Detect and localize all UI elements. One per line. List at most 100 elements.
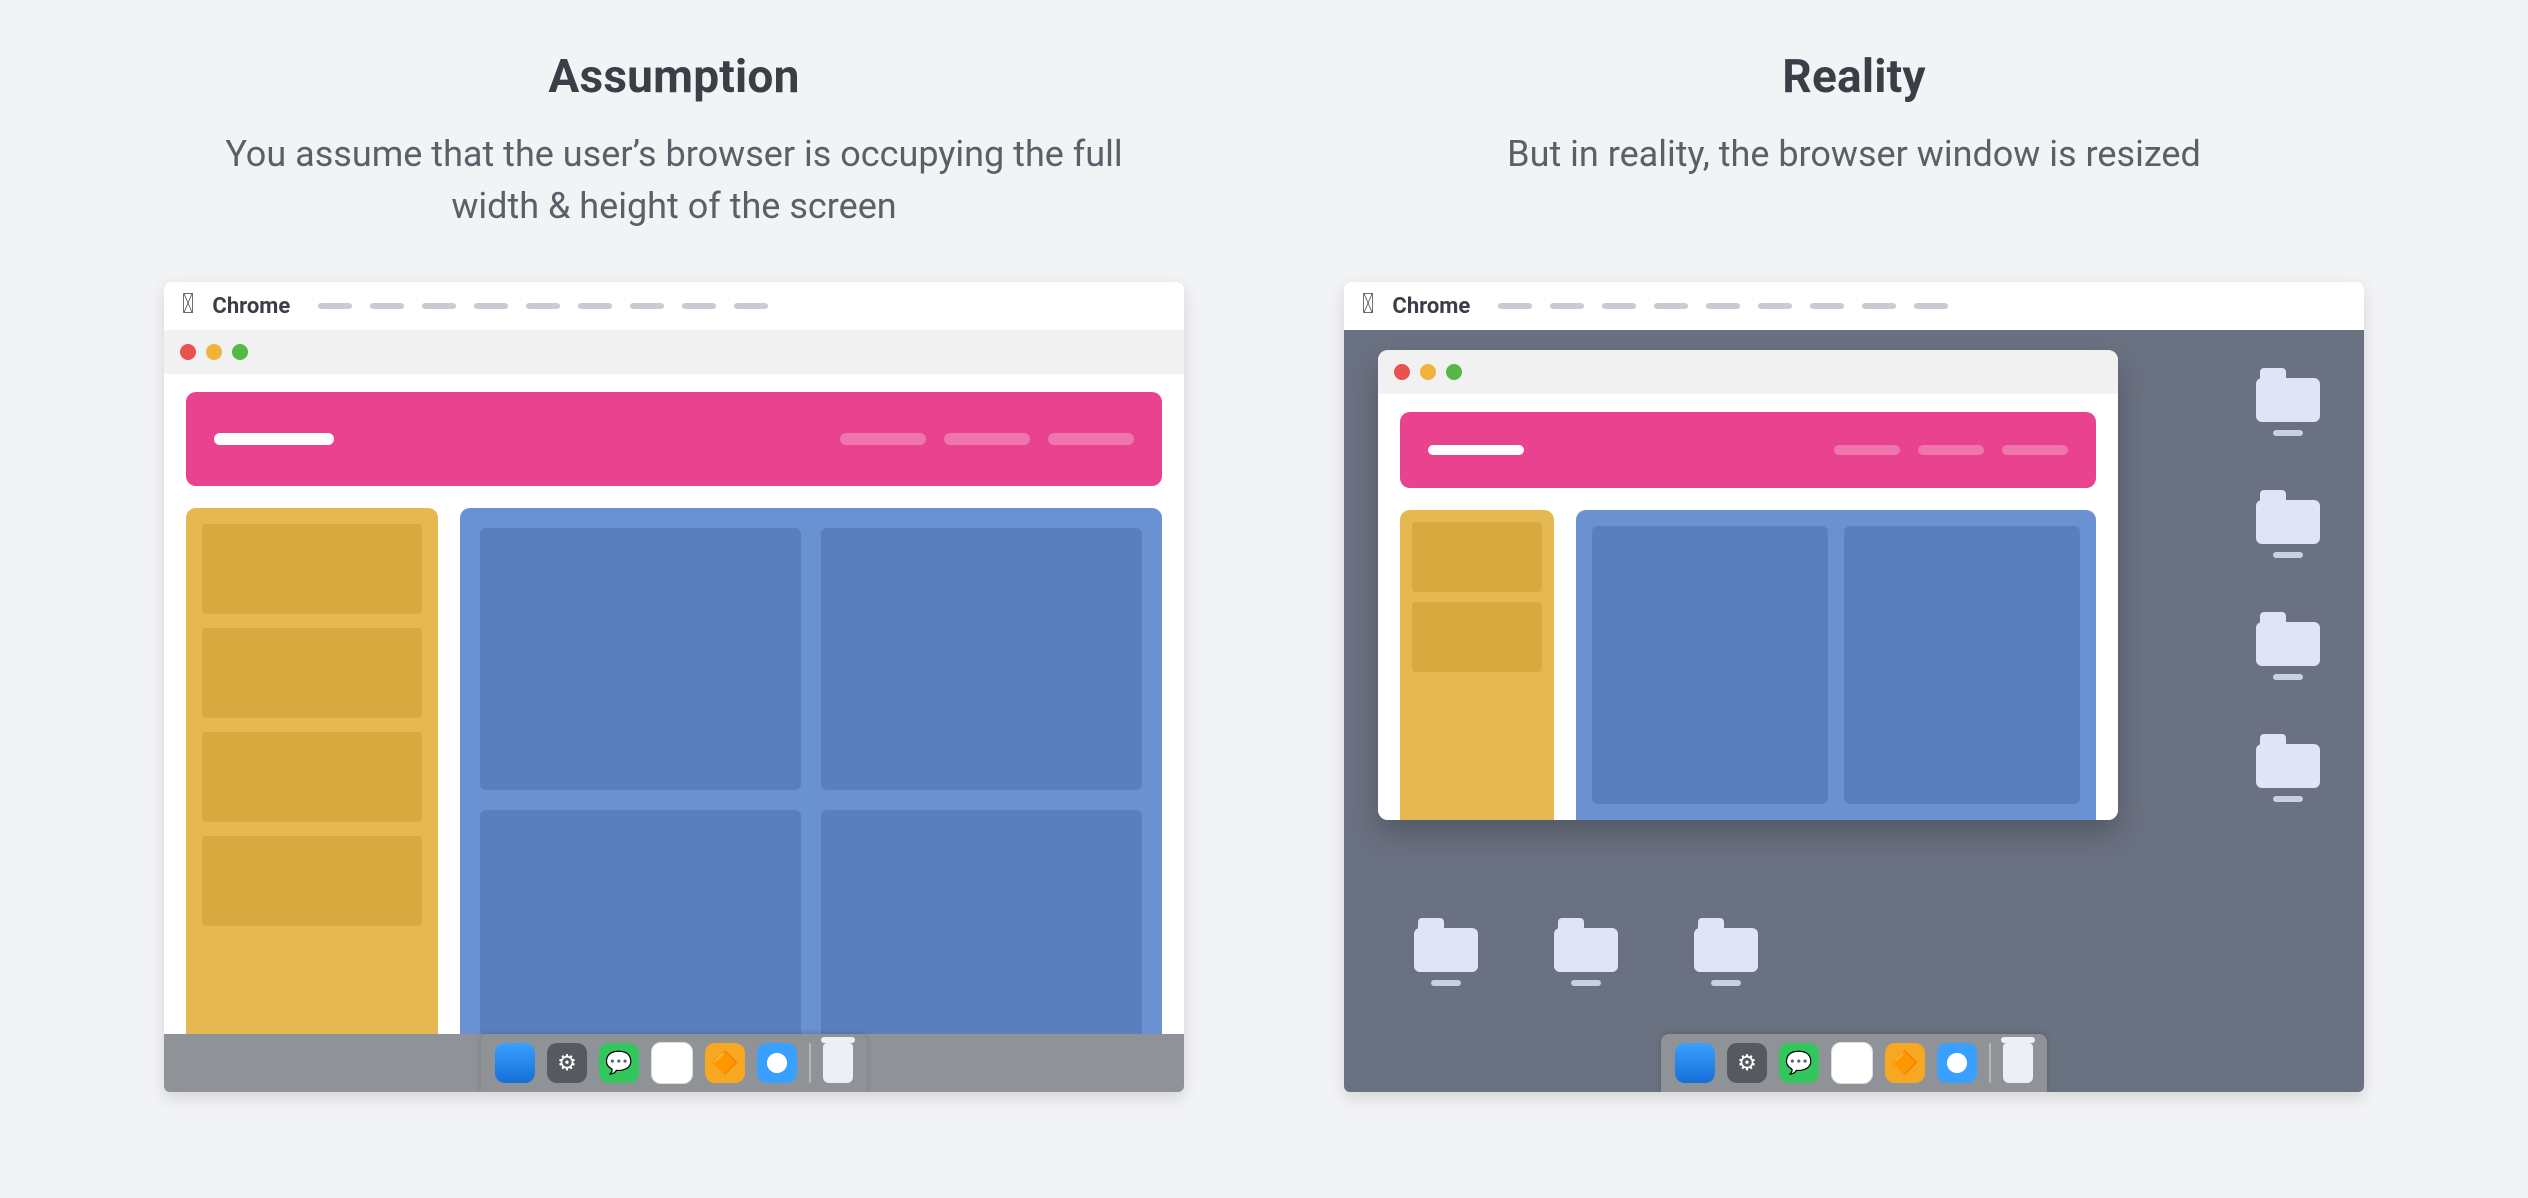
browser-titlebar	[1378, 350, 2118, 394]
trash-icon	[823, 1043, 853, 1083]
menu-item-placeholder	[1810, 303, 1844, 309]
menu-item-placeholder	[422, 303, 456, 309]
sidebar-item-placeholder	[202, 524, 422, 614]
menu-item-placeholder	[682, 303, 716, 309]
desktop-folder-icon	[1694, 928, 1758, 972]
sidebar-item-placeholder	[1412, 602, 1542, 672]
traffic-light-zoom-icon	[1446, 364, 1462, 380]
desktop-folder-icon	[1414, 928, 1478, 972]
browser-window-resized	[1378, 350, 2118, 820]
traffic-light-close-icon	[1394, 364, 1410, 380]
dock-divider	[1989, 1043, 1991, 1083]
safari-icon	[757, 1043, 797, 1083]
macos-menubar:  Chrome	[1344, 282, 2364, 330]
panel-assumption: Assumption You assume that the user’s br…	[144, 50, 1204, 1092]
menu-item-placeholder	[578, 303, 612, 309]
page-logo-placeholder	[1428, 445, 1524, 455]
apple-logo-icon: 	[182, 290, 194, 318]
nav-item-placeholder	[2002, 445, 2068, 455]
sidebar-item-placeholder	[202, 628, 422, 718]
menu-item-placeholder	[1914, 303, 1948, 309]
messages-icon: 💬	[599, 1043, 639, 1083]
page-body	[186, 508, 1162, 1092]
traffic-light-minimize-icon	[1420, 364, 1436, 380]
calendar-icon: 17	[1831, 1042, 1873, 1084]
browser-window-fullscreen	[164, 330, 1184, 1092]
page-nav	[840, 433, 1134, 445]
browser-viewport	[164, 374, 1184, 1092]
nav-item-placeholder	[1918, 445, 1984, 455]
page-nav	[1834, 445, 2068, 455]
traffic-light-minimize-icon	[206, 344, 222, 360]
page-sidebar	[186, 508, 438, 1092]
desktop-folder-icon	[2256, 622, 2320, 666]
desktop-folder-icon	[2256, 744, 2320, 788]
page-content-grid	[1576, 510, 2096, 820]
macos-dock: ⚙ 💬 17 🔶	[481, 1034, 867, 1092]
dock-divider	[809, 1043, 811, 1083]
page-sidebar	[1400, 510, 1554, 820]
menu-item-placeholder	[474, 303, 508, 309]
browser-titlebar	[164, 330, 1184, 374]
trash-icon	[2003, 1043, 2033, 1083]
menu-item-placeholder	[1706, 303, 1740, 309]
menu-item-placeholder	[1654, 303, 1688, 309]
calendar-icon: 17	[651, 1042, 693, 1084]
content-card-placeholder	[480, 810, 801, 1072]
safari-icon	[1937, 1043, 1977, 1083]
menu-item-placeholder	[1550, 303, 1584, 309]
page-header-bar	[186, 392, 1162, 486]
sidebar-item-placeholder	[1412, 522, 1542, 592]
nav-item-placeholder	[840, 433, 926, 445]
active-app-name: Chrome	[1392, 294, 1470, 319]
menu-item-placeholder	[1758, 303, 1792, 309]
system-preferences-icon: ⚙	[1727, 1043, 1767, 1083]
desktop-folder-icon	[1554, 928, 1618, 972]
menu-item-placeholder	[1602, 303, 1636, 309]
assumption-subtitle: You assume that the user’s browser is oc…	[194, 128, 1154, 238]
comparison-row: Assumption You assume that the user’s br…	[110, 50, 2418, 1092]
finder-icon	[1675, 1043, 1715, 1083]
desktop-folder-icon	[2256, 500, 2320, 544]
content-card-placeholder	[1592, 526, 1828, 804]
desktop-folder-icon	[2256, 378, 2320, 422]
sidebar-item-placeholder	[202, 732, 422, 822]
reality-title: Reality	[1782, 50, 1925, 104]
page-body	[1400, 510, 2096, 820]
active-app-name: Chrome	[212, 294, 290, 319]
nav-item-placeholder	[1834, 445, 1900, 455]
sketch-icon: 🔶	[1885, 1043, 1925, 1083]
assumption-title: Assumption	[548, 50, 799, 104]
page-content-grid	[460, 508, 1162, 1092]
content-card-placeholder	[821, 528, 1142, 790]
finder-icon	[495, 1043, 535, 1083]
content-card-placeholder	[821, 810, 1142, 1072]
menu-item-placeholder	[734, 303, 768, 309]
sketch-icon: 🔶	[705, 1043, 745, 1083]
traffic-light-close-icon	[180, 344, 196, 360]
menu-item-placeholder	[526, 303, 560, 309]
page-header-bar	[1400, 412, 2096, 488]
page-logo-placeholder	[214, 433, 334, 445]
menu-item-placeholder	[1862, 303, 1896, 309]
traffic-light-zoom-icon	[232, 344, 248, 360]
messages-icon: 💬	[1779, 1043, 1819, 1083]
browser-viewport	[1378, 394, 2118, 820]
content-card-placeholder	[1844, 526, 2080, 804]
menu-item-placeholder	[370, 303, 404, 309]
nav-item-placeholder	[944, 433, 1030, 445]
panel-reality: Reality But in reality, the browser wind…	[1324, 50, 2384, 1092]
menu-item-placeholder	[630, 303, 664, 309]
reality-screen-mock:  Chrome	[1344, 282, 2364, 1092]
reality-subtitle: But in reality, the browser window is re…	[1507, 128, 2201, 238]
sidebar-item-placeholder	[202, 836, 422, 926]
menu-item-placeholder	[1498, 303, 1532, 309]
assumption-screen-mock:  Chrome	[164, 282, 1184, 1092]
menu-item-placeholder	[318, 303, 352, 309]
nav-item-placeholder	[1048, 433, 1134, 445]
macos-dock: ⚙ 💬 17 🔶	[1661, 1034, 2047, 1092]
system-preferences-icon: ⚙	[547, 1043, 587, 1083]
macos-menubar:  Chrome	[164, 282, 1184, 330]
apple-logo-icon: 	[1362, 290, 1374, 318]
content-card-placeholder	[480, 528, 801, 790]
